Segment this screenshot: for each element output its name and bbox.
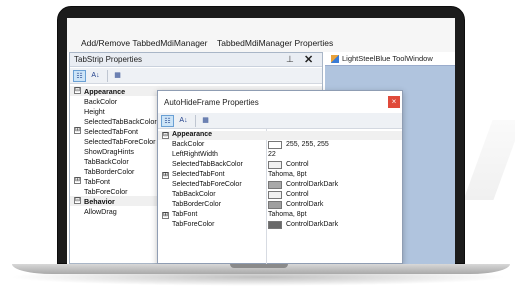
property-name-allowdrag: AllowDrag: [84, 207, 117, 216]
property-name-tabbackcolor: TabBackColor: [84, 157, 129, 166]
expand-icon[interactable]: ⊞: [162, 172, 169, 179]
alphabetical-icon[interactable]: A↓: [177, 115, 190, 127]
autohideframe-dialog: AutoHideFrame Properties × ☷ A↓ ▦ ⊟ Appea…: [157, 90, 403, 264]
property-toolbar: ☷ A↓ ▦: [70, 68, 322, 84]
property-row[interactable]: SelectedTabForeColor ControlDarkDark: [158, 181, 402, 190]
pin-icon[interactable]: ⊥: [286, 54, 294, 65]
expand-icon[interactable]: ⊞: [162, 212, 169, 219]
property-name-behavior: Behavior: [84, 197, 115, 206]
dialog-titlebar[interactable]: AutoHideFrame Properties ×: [158, 91, 402, 113]
property-value[interactable]: Tahoma, 8pt: [268, 171, 307, 178]
color-swatch: [268, 221, 282, 229]
property-value[interactable]: 22: [268, 151, 276, 158]
property-name-tabfont: TabFont: [84, 177, 110, 186]
property-name-tabbordercolor: TabBorderColor: [84, 167, 135, 176]
property-value[interactable]: ControlDarkDark: [286, 181, 338, 188]
tab-toolwindow[interactable]: LightSteelBlue ToolWindow: [342, 54, 433, 63]
color-swatch: [268, 161, 282, 169]
expand-icon[interactable]: ⊞: [74, 127, 81, 134]
property-pages-icon[interactable]: ▦: [199, 115, 212, 127]
collapse-icon[interactable]: ⊟: [74, 197, 81, 204]
property-name-tabforecolor: TabForeColor: [84, 187, 128, 196]
background-swoosh: [463, 120, 515, 200]
property-name-selectedtabforecolor: SelectedTabForeColor: [84, 137, 156, 146]
property-row[interactable]: ⊞ SelectedTabFont Tahoma, 8pt: [158, 171, 402, 180]
property-name-tabforecolor: TabForeColor: [172, 221, 215, 228]
close-icon[interactable]: ✕: [304, 53, 313, 66]
property-name-appearance: Appearance: [84, 87, 126, 96]
expand-icon[interactable]: ⊞: [74, 177, 81, 184]
toolbar-separator: [107, 70, 108, 82]
menu-item-properties[interactable]: TabbedMdiManager Properties: [217, 38, 333, 48]
property-row[interactable]: SelectedTabBackColor Control: [158, 161, 402, 170]
property-row[interactable]: TabForeColor ControlDarkDark: [158, 221, 402, 230]
collapse-icon[interactable]: ⊟: [162, 132, 169, 139]
laptop-notch: [230, 264, 288, 268]
property-value[interactable]: Control: [286, 161, 309, 168]
color-swatch: [268, 191, 282, 199]
property-value[interactable]: ControlDarkDark: [286, 221, 338, 228]
collapse-icon[interactable]: ⊟: [74, 87, 81, 94]
property-pages-icon[interactable]: ▦: [111, 70, 124, 82]
panel-titlebar: TabStrip Properties ⊥ ✕: [70, 53, 322, 67]
property-name-appearance: Appearance: [172, 131, 213, 138]
laptop-screen: Add/Remove TabbedMdiManager TabbedMdiMan…: [67, 18, 455, 264]
dialog-toolbar: ☷ A↓ ▦: [158, 113, 402, 129]
property-value[interactable]: ControlDark: [286, 201, 323, 208]
color-swatch: [268, 201, 282, 209]
property-name-showdraghints: ShowDragHints: [84, 147, 134, 156]
category-row[interactable]: ⊟ Appearance: [158, 131, 402, 140]
color-swatch: [268, 141, 282, 149]
property-row[interactable]: TabBorderColor ControlDark: [158, 201, 402, 210]
property-name-selectedtabfont: SelectedTabFont: [172, 171, 225, 178]
categorized-icon[interactable]: ☷: [73, 70, 86, 82]
property-row[interactable]: BackColor 255, 255, 255: [158, 141, 402, 150]
dialog-title: AutoHideFrame Properties: [164, 98, 259, 107]
window-icon: [331, 55, 339, 63]
property-name-backcolor: BackColor: [84, 97, 118, 106]
property-row[interactable]: LeftRightWidth 22: [158, 151, 402, 160]
property-name-leftrightwidth: LeftRightWidth: [172, 151, 218, 158]
property-name-tabfont: TabFont: [172, 211, 198, 218]
alphabetical-icon[interactable]: A↓: [89, 70, 102, 82]
toolbar-separator: [195, 115, 196, 127]
color-swatch: [268, 181, 282, 189]
menu-item-add-remove[interactable]: Add/Remove TabbedMdiManager: [81, 38, 207, 48]
property-row[interactable]: ⊞ TabFont Tahoma, 8pt: [158, 211, 402, 220]
property-name-selectedtabfont: SelectedTabFont: [84, 127, 138, 136]
property-name-tabbackcolor: TabBackColor: [172, 191, 216, 198]
property-value[interactable]: Tahoma, 8pt: [268, 211, 307, 218]
property-name-selectedtabbackcolor: SelectedTabBackColor: [84, 117, 157, 126]
property-value[interactable]: Control: [286, 191, 309, 198]
property-name-selectedtabbackcolor: SelectedTabBackColor: [172, 161, 243, 168]
property-name-tabbordercolor: TabBorderColor: [172, 201, 222, 208]
menu-bar: Add/Remove TabbedMdiManager TabbedMdiMan…: [67, 18, 455, 52]
property-row[interactable]: TabBackColor Control: [158, 191, 402, 200]
property-name-backcolor: BackColor: [172, 141, 205, 148]
panel-title: TabStrip Properties: [74, 55, 143, 64]
property-name-selectedtabforecolor: SelectedTabForeColor: [172, 181, 242, 188]
dialog-close-button[interactable]: ×: [388, 96, 400, 108]
categorized-icon[interactable]: ☷: [161, 115, 174, 127]
property-value[interactable]: 255, 255, 255: [286, 141, 329, 148]
tab-strip: LightSteelBlue ToolWindow: [325, 52, 455, 66]
property-name-height: Height: [84, 107, 105, 116]
